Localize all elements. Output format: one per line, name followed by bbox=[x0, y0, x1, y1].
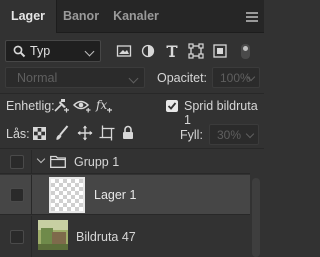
layer-row-selected[interactable]: Lager 1 bbox=[0, 175, 250, 215]
smart-object-filter-icon[interactable] bbox=[211, 42, 229, 60]
propagate-frame-label: Sprid bildruta 1 bbox=[184, 99, 258, 127]
panel-menu-icon[interactable] bbox=[246, 12, 258, 22]
search-icon bbox=[13, 45, 26, 58]
fill-field[interactable]: 30% bbox=[209, 124, 259, 145]
filter-kind-select[interactable]: Typ bbox=[5, 40, 101, 62]
chevron-down-icon[interactable] bbox=[36, 154, 46, 164]
layer-name: Lager 1 bbox=[94, 188, 137, 202]
layer-name: Grupp 1 bbox=[74, 155, 120, 169]
lock-artboard-icon[interactable] bbox=[99, 125, 115, 141]
visibility-toggle[interactable] bbox=[10, 188, 24, 202]
blend-mode-value: Normal bbox=[17, 71, 58, 85]
folder-icon bbox=[50, 155, 66, 168]
divider bbox=[0, 148, 264, 149]
blend-mode-select[interactable]: Normal bbox=[5, 67, 145, 88]
lock-image-pixels-icon[interactable] bbox=[55, 125, 69, 141]
shape-filter-icon[interactable] bbox=[187, 42, 205, 60]
opacity-label: Opacitet: bbox=[157, 71, 208, 85]
fill-value: 30% bbox=[217, 128, 242, 142]
filter-kind-label: Typ bbox=[30, 44, 51, 58]
lock-transparent-pixels-icon[interactable] bbox=[33, 127, 46, 140]
adjustment-filter-icon[interactable] bbox=[139, 42, 157, 60]
check-icon bbox=[167, 102, 177, 110]
panel-tab-bar: Lager Banor Kanaler bbox=[0, 0, 264, 33]
chevron-down-icon bbox=[84, 46, 95, 57]
tab-lager[interactable]: Lager bbox=[0, 0, 57, 33]
layer-row-image[interactable]: Bildruta 47 bbox=[0, 216, 250, 257]
lock-label: Lås: bbox=[6, 127, 30, 141]
opacity-field[interactable]: 100% bbox=[212, 67, 260, 88]
chevron-down-icon bbox=[128, 73, 139, 84]
visibility-toggle[interactable] bbox=[10, 230, 24, 244]
layer-thumbnail-transparent bbox=[49, 177, 85, 213]
propagate-frame-checkbox[interactable] bbox=[166, 100, 178, 112]
layers-scrollbar[interactable] bbox=[252, 178, 260, 257]
layers-list: Grupp 1 Lager 1 Bildruta 47 bbox=[0, 150, 264, 257]
divider bbox=[0, 93, 264, 94]
fill-label: Fyll: bbox=[180, 128, 203, 142]
pixel-filter-icon[interactable] bbox=[115, 42, 133, 60]
visibility-toggle[interactable] bbox=[10, 155, 24, 169]
column-separator bbox=[31, 175, 32, 214]
lock-position-icon[interactable] bbox=[77, 125, 93, 141]
tab-banor[interactable]: Banor bbox=[58, 0, 104, 33]
svg-text:fx: fx bbox=[95, 98, 107, 112]
layer-filter-row: Typ bbox=[0, 40, 264, 62]
type-filter-icon[interactable] bbox=[163, 42, 181, 60]
unify-style-icon[interactable]: fx bbox=[95, 97, 113, 114]
unify-label: Enhetlig: bbox=[6, 99, 55, 113]
chevron-down-icon bbox=[245, 129, 255, 139]
filter-toggle-switch[interactable] bbox=[241, 44, 250, 59]
lock-all-icon[interactable] bbox=[122, 125, 134, 140]
unify-position-icon[interactable] bbox=[53, 97, 70, 114]
layer-row-group[interactable]: Grupp 1 bbox=[0, 150, 250, 174]
layer-thumbnail-photo bbox=[38, 220, 68, 250]
column-separator bbox=[31, 216, 32, 257]
opacity-value: 100% bbox=[220, 71, 251, 85]
column-separator bbox=[31, 150, 32, 173]
layer-name: Bildruta 47 bbox=[76, 230, 136, 244]
tab-kanaler[interactable]: Kanaler bbox=[108, 0, 164, 33]
unify-visibility-icon[interactable] bbox=[73, 98, 91, 113]
